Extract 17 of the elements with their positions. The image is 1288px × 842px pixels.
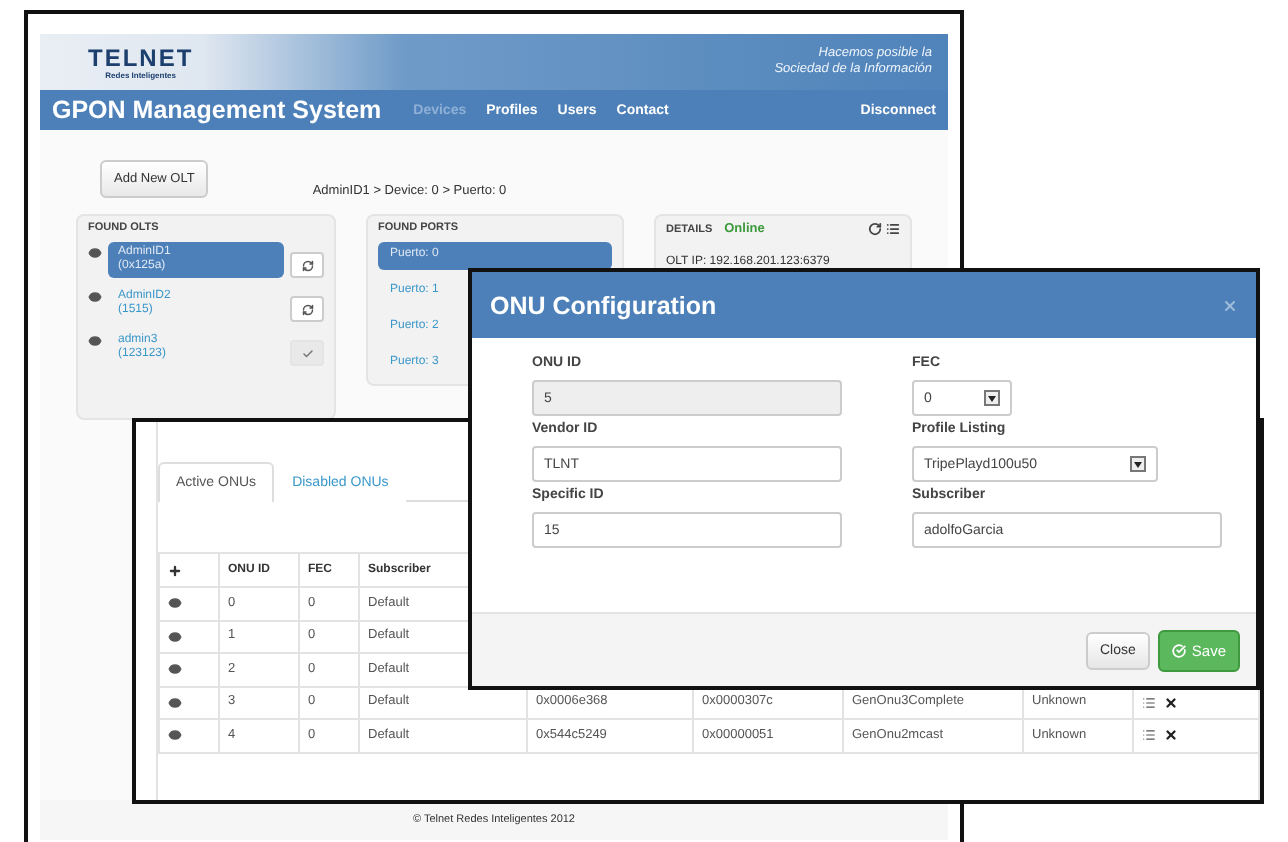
refresh-button[interactable] xyxy=(290,296,324,322)
plus-icon[interactable] xyxy=(168,563,182,577)
check-icon xyxy=(301,347,314,359)
refresh-icon[interactable] xyxy=(868,222,882,236)
list-icon[interactable] xyxy=(886,222,900,236)
delete-icon[interactable] xyxy=(1164,695,1178,710)
dialog-title: ONU Configuration xyxy=(490,291,717,319)
refresh-button[interactable] xyxy=(290,252,324,278)
logo-text: TELNET xyxy=(88,45,194,69)
check-button[interactable] xyxy=(290,340,324,366)
list-icon[interactable] xyxy=(1142,728,1156,743)
refresh-icon xyxy=(301,303,314,315)
refresh-icon xyxy=(301,259,314,271)
app-title: GPON Management System xyxy=(52,96,382,124)
list-icon[interactable] xyxy=(1142,695,1156,710)
delete-icon[interactable] xyxy=(1164,728,1178,743)
check-circle-icon xyxy=(1171,643,1186,657)
